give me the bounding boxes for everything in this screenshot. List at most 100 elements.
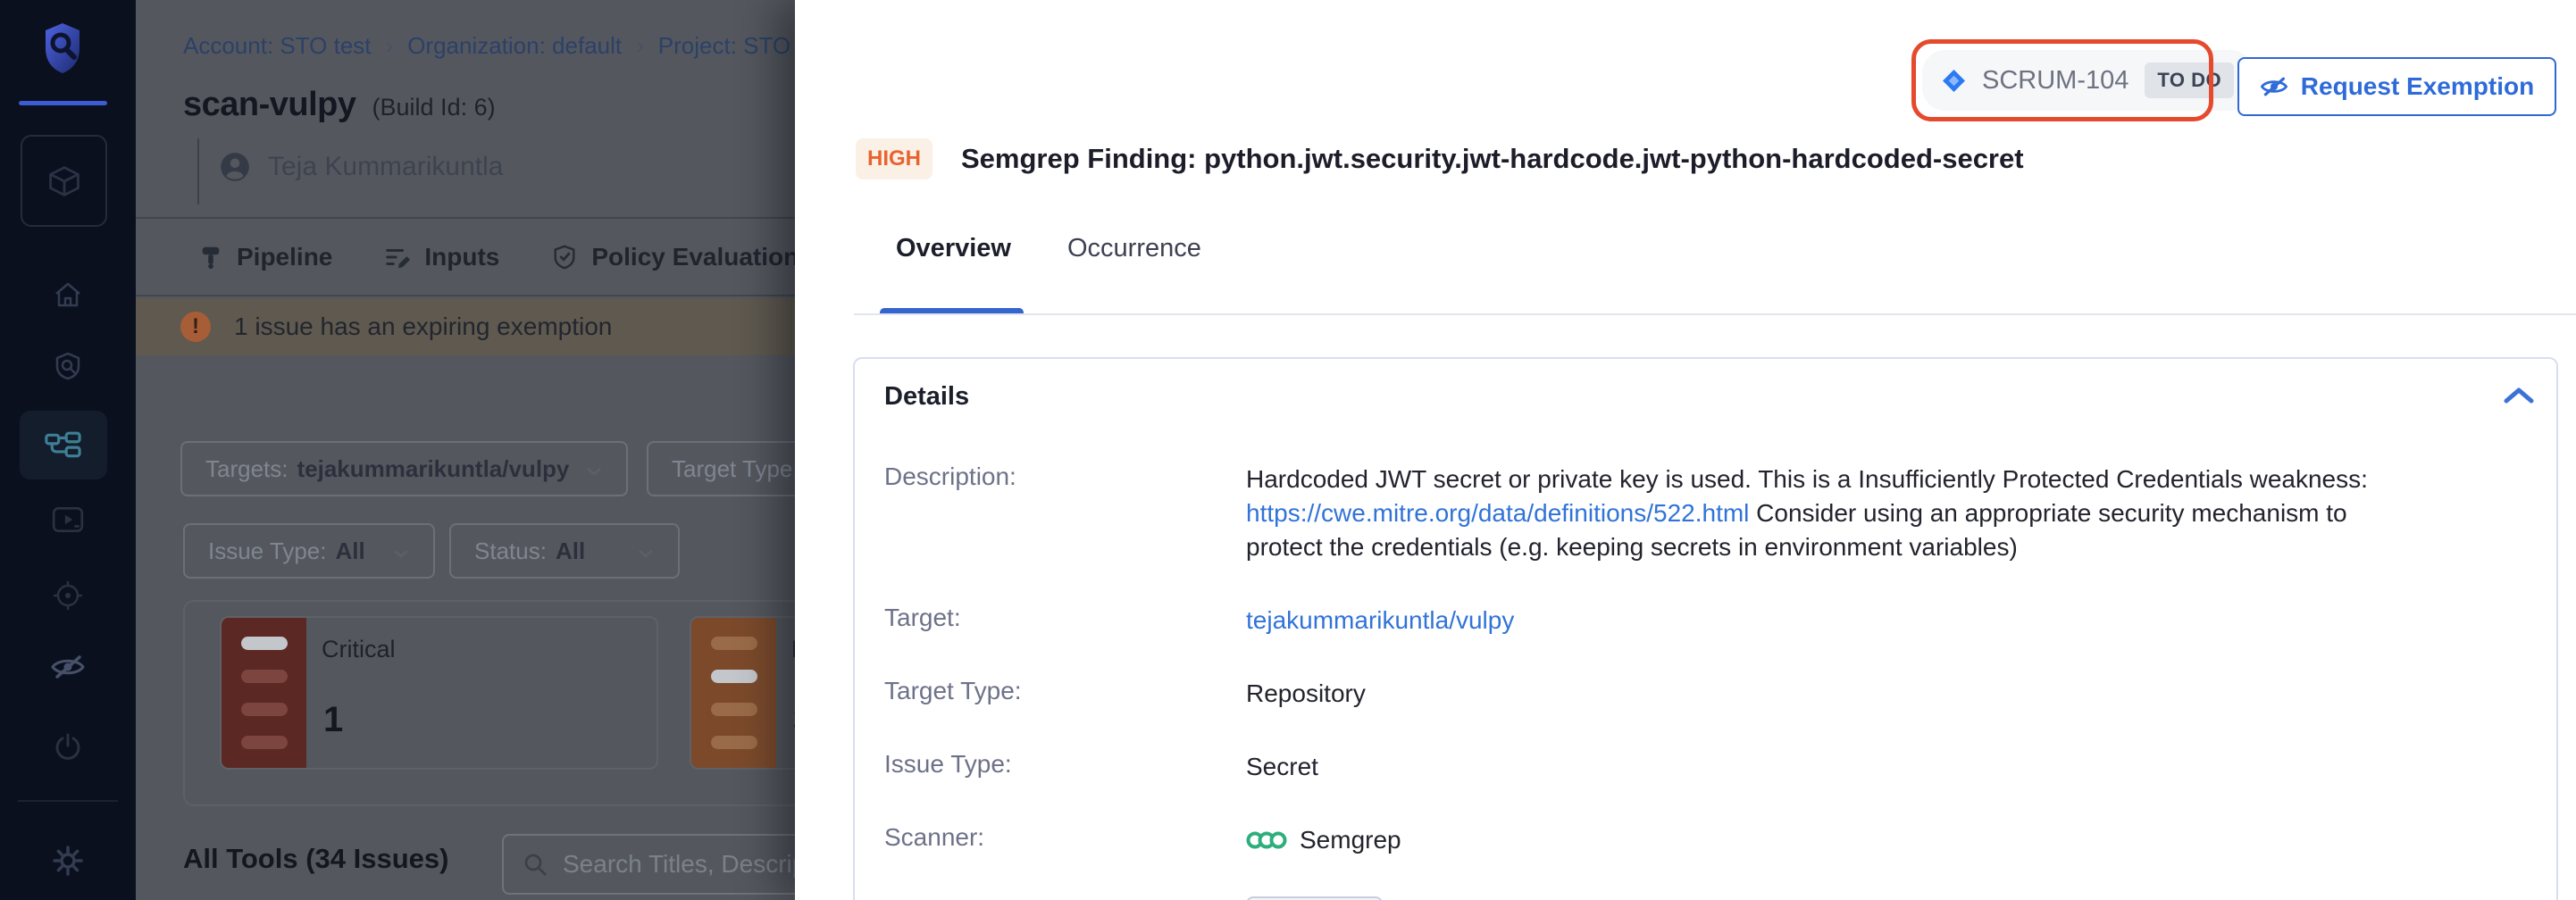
sidebar-item-executions[interactable]: [0, 505, 136, 534]
sidebar-item-exemptions[interactable]: [0, 654, 136, 679]
sidebar-item-home[interactable]: [0, 279, 136, 310]
issue-type-filter-value: All: [336, 538, 365, 565]
chevron-down-icon: [585, 455, 603, 483]
severity-card-count: 1: [323, 700, 343, 740]
tabs-bottom-border: [854, 313, 2576, 315]
breadcrumb-organization[interactable]: Organization: default: [407, 32, 622, 60]
chevron-down-icon: [637, 538, 655, 565]
breadcrumb-separator: ›: [386, 32, 394, 60]
gear-icon: [50, 843, 86, 879]
severity-summary-container: Critical 1 High 3: [183, 600, 864, 806]
tab-overview[interactable]: Overview: [896, 234, 1011, 263]
issue-type-label: Issue Type:: [884, 750, 1246, 784]
target-label: Target:: [884, 604, 1246, 638]
chevron-down-icon: [392, 538, 410, 565]
tab-pipeline[interactable]: Pipeline: [198, 243, 332, 271]
details-card: Details Description: Hardcoded JWT secre…: [853, 357, 2558, 900]
target-type-filter-label: Target Type:: [672, 455, 799, 483]
tab-inputs-label: Inputs: [424, 243, 499, 271]
exemption-eye-slash-icon: [2260, 76, 2288, 97]
scanner-value: Semgrep: [1300, 823, 1401, 857]
severity-card-label: Critical: [322, 636, 396, 663]
tab-policy-evaluations-label: Policy Evaluations: [591, 243, 812, 271]
sidebar-active-underline: [19, 101, 107, 105]
pipeline-tab-icon: [198, 244, 223, 271]
cwe-chip[interactable]: CWE-522: [1246, 896, 1383, 900]
jira-ticket-key: SCRUM-104: [1982, 66, 2129, 96]
targets-filter-dropdown[interactable]: Targets: tejakummarikuntla/vulpy: [180, 441, 628, 496]
target-icon: [51, 579, 85, 612]
eye-slash-icon: [50, 654, 86, 679]
jira-status-badge: TO DO: [2145, 62, 2234, 98]
all-tools-heading: All Tools (34 Issues): [183, 843, 448, 875]
details-heading: Details: [884, 382, 969, 412]
severity-gauge-critical: [222, 618, 306, 768]
critical-severity-card[interactable]: Critical 1: [220, 616, 658, 770]
request-exemption-button[interactable]: Request Exemption: [2237, 57, 2556, 116]
reference-identifiers-row: Reference Identifiers: CWE-522: [884, 896, 2521, 900]
sidebar-item-get-started[interactable]: [0, 579, 136, 612]
sidebar-item-ticket-settings[interactable]: [0, 732, 136, 762]
sidebar-item-pipelines-active[interactable]: [20, 411, 107, 479]
details-fields: Description: Hardcoded JWT secret or pri…: [884, 462, 2521, 900]
issue-type-filter-dropdown[interactable]: Issue Type: All: [183, 523, 435, 579]
issue-type-value: Secret: [1246, 750, 1318, 784]
inputs-tab-icon: [384, 244, 411, 271]
avatar-icon: [218, 150, 252, 184]
meta-divider: [197, 138, 199, 204]
chevron-up-icon[interactable]: [2503, 386, 2535, 410]
module-selector[interactable]: [21, 135, 107, 227]
sidebar-item-settings[interactable]: [0, 843, 136, 879]
description-row: Description: Hardcoded JWT secret or pri…: [884, 462, 2521, 564]
reference-identifiers-label: Reference Identifiers:: [884, 896, 1246, 900]
jira-ticket-chip[interactable]: SCRUM-104 TO DO: [1922, 50, 2254, 111]
status-filter-label: Status:: [474, 538, 547, 565]
target-type-label: Target Type:: [884, 677, 1246, 711]
jira-icon: [1942, 69, 1966, 93]
breadcrumb-project[interactable]: Project: STO: [658, 32, 790, 60]
executions-icon: [51, 505, 85, 534]
sto-shield-logo-icon[interactable]: [42, 21, 83, 79]
status-filter-value: All: [556, 538, 585, 565]
search-icon: [522, 851, 548, 878]
finding-tabs: Overview Occurrence: [896, 234, 1201, 263]
home-icon: [52, 279, 84, 310]
status-filter-dropdown[interactable]: Status: All: [449, 523, 680, 579]
description-label: Description:: [884, 462, 1246, 564]
banner-text: 1 issue has an expiring exemption: [234, 312, 612, 341]
target-type-value: Repository: [1246, 677, 1366, 711]
tab-policy-evaluations[interactable]: Policy Evaluations: [551, 243, 812, 271]
user-name: Teja Kummarikuntla: [268, 152, 503, 182]
scanner-row: Scanner: Semgrep: [884, 823, 2521, 857]
page-title: scan-vulpy: [183, 86, 356, 124]
shield-search-icon: [52, 350, 84, 382]
severity-gauge-high: [691, 618, 776, 768]
request-exemption-label: Request Exemption: [2301, 72, 2534, 101]
breadcrumb-account[interactable]: Account: STO test: [183, 32, 372, 60]
target-link[interactable]: tejakummarikuntla/vulpy: [1246, 606, 1514, 634]
power-icon: [53, 732, 83, 762]
target-type-row: Target Type: Repository: [884, 677, 2521, 711]
finding-detail-panel: SCRUM-104 TO DO Request Exemption HIGH S…: [795, 0, 2576, 900]
module-cube-icon: [45, 162, 84, 201]
pipeline-icon: [43, 430, 84, 461]
sidebar: [0, 0, 136, 900]
app-root: Account: STO test › Organization: defaul…: [0, 0, 2576, 900]
tab-pipeline-label: Pipeline: [237, 243, 332, 271]
issue-type-filter-label: Issue Type:: [208, 538, 327, 565]
severity-badge-high: HIGH: [856, 138, 933, 179]
finding-title: Semgrep Finding: python.jwt.security.jwt…: [961, 143, 2024, 175]
tab-inputs[interactable]: Inputs: [384, 243, 499, 271]
policy-shield-icon: [551, 243, 578, 271]
build-id: (Build Id: 6): [372, 94, 496, 121]
target-row: Target: tejakummarikuntla/vulpy: [884, 604, 2521, 638]
sidebar-divider: [18, 800, 118, 802]
description-text: Hardcoded JWT secret or private key is u…: [1246, 465, 2368, 493]
breadcrumb-separator: ›: [636, 32, 644, 60]
tab-occurrence[interactable]: Occurrence: [1067, 234, 1201, 263]
targets-filter-value: tejakummarikuntla/vulpy: [297, 455, 570, 483]
page-title-row: scan-vulpy (Build Id: 6): [183, 86, 496, 124]
breadcrumb: Account: STO test › Organization: defaul…: [183, 32, 790, 60]
cwe-link[interactable]: https://cwe.mitre.org/data/definitions/5…: [1246, 499, 1749, 527]
sidebar-item-overview[interactable]: [0, 350, 136, 382]
